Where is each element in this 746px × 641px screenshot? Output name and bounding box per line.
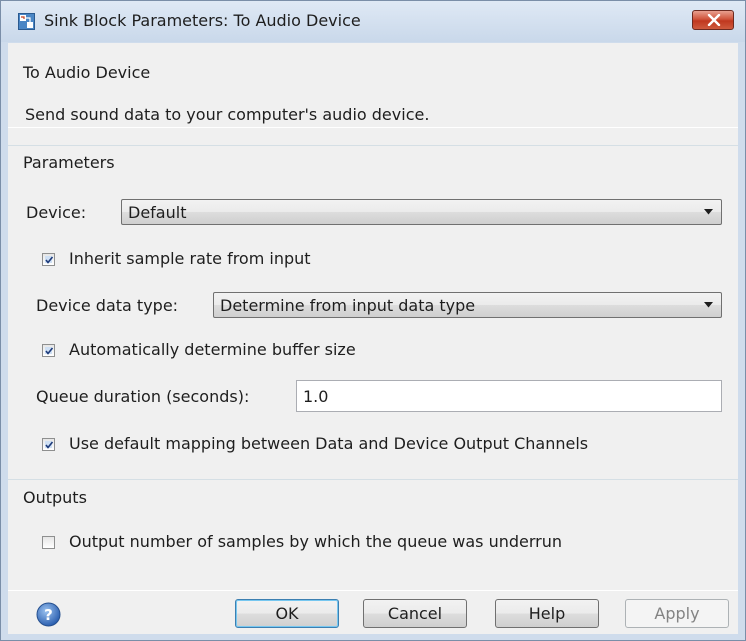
- chevron-down-icon: [704, 209, 713, 215]
- device-data-type-dropdown[interactable]: Determine from input data type: [213, 292, 722, 318]
- apply-button: Apply: [625, 599, 729, 628]
- ok-button[interactable]: OK: [235, 599, 339, 628]
- auto-buffer-checkbox[interactable]: [42, 344, 55, 357]
- parameters-group-title: Parameters: [23, 153, 115, 172]
- inherit-sample-rate-label[interactable]: Inherit sample rate from input: [69, 249, 311, 268]
- check-icon: [45, 256, 54, 264]
- outputs-group-title: Outputs: [23, 488, 87, 507]
- device-label: Device:: [26, 203, 87, 222]
- queue-duration-input[interactable]: [303, 387, 703, 406]
- close-icon: [707, 14, 721, 26]
- check-icon: [45, 347, 54, 355]
- cancel-button[interactable]: Cancel: [363, 599, 467, 628]
- check-icon: [45, 441, 54, 449]
- button-bar: ? OK Cancel Help Apply: [8, 591, 738, 634]
- device-dropdown[interactable]: Default: [121, 199, 722, 225]
- underrun-label[interactable]: Output number of samples by which the qu…: [69, 532, 562, 551]
- svg-text:?: ?: [44, 606, 53, 624]
- help-button[interactable]: Help: [495, 599, 599, 628]
- auto-buffer-label[interactable]: Automatically determine buffer size: [69, 340, 356, 359]
- device-dropdown-value: Default: [128, 203, 187, 222]
- simulink-block-icon: [18, 13, 35, 30]
- queue-duration-field[interactable]: [296, 380, 722, 412]
- description-text: Send sound data to your computer's audio…: [25, 105, 430, 124]
- dialog-body: To Audio Device Send sound data to your …: [8, 43, 738, 634]
- default-mapping-checkbox[interactable]: [42, 438, 55, 451]
- description-group-title: To Audio Device: [23, 63, 151, 82]
- chevron-down-icon: [704, 302, 713, 308]
- window-title: Sink Block Parameters: To Audio Device: [44, 11, 361, 30]
- dialog-window: Sink Block Parameters: To Audio Device T…: [0, 0, 746, 641]
- queue-duration-label: Queue duration (seconds):: [36, 387, 250, 406]
- help-icon[interactable]: ?: [36, 602, 61, 627]
- device-data-type-value: Determine from input data type: [220, 296, 476, 315]
- title-bar[interactable]: Sink Block Parameters: To Audio Device: [1, 1, 745, 42]
- underrun-checkbox[interactable]: [42, 536, 55, 549]
- inherit-sample-rate-checkbox[interactable]: [42, 253, 55, 266]
- device-data-type-label: Device data type:: [36, 296, 179, 315]
- default-mapping-label[interactable]: Use default mapping between Data and Dev…: [69, 434, 588, 453]
- close-button[interactable]: [692, 10, 734, 30]
